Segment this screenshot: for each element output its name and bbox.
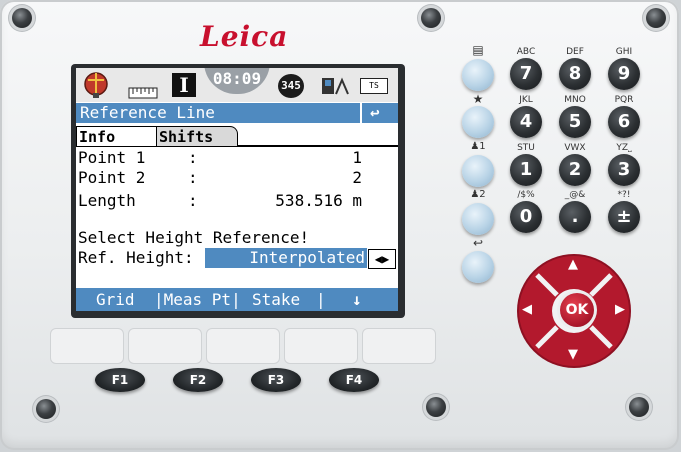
info-row-point1: Point 1 : 1 xyxy=(78,148,378,168)
tab-info-label: Info xyxy=(79,128,116,146)
display-screen: I 08:09 345 TS Reference Line ↩ Info Shi… xyxy=(76,68,398,311)
f3-key[interactable]: F3 xyxy=(251,368,301,392)
key-flap xyxy=(362,328,436,364)
key-9[interactable]: 9 xyxy=(608,58,640,90)
key-letters: DEF xyxy=(566,47,584,57)
user2-key[interactable] xyxy=(462,203,494,235)
arrow-toggle-icon[interactable]: ◀▶ xyxy=(368,249,396,269)
row-label: Length xyxy=(78,191,136,210)
battery-icon: TS xyxy=(360,78,388,94)
softkey-meas-pt[interactable]: |Meas Pt| xyxy=(154,288,241,311)
softkey-divider: | xyxy=(316,290,326,309)
key-0[interactable]: 0 xyxy=(510,201,542,233)
tab-shifts[interactable]: Shifts xyxy=(156,126,238,146)
f1-key[interactable]: F1 xyxy=(95,368,145,392)
key-plus-minus[interactable]: ± xyxy=(608,201,640,233)
key-7[interactable]: 7 xyxy=(510,58,542,90)
info-row-point2: Point 2 : 2 xyxy=(78,168,378,188)
brand-logo: Leica xyxy=(200,20,289,53)
screw xyxy=(646,8,666,28)
user1-icon: ♟1 xyxy=(470,141,486,152)
key-symbols: _@& xyxy=(564,190,586,200)
ref-height-label: Ref. Height: xyxy=(78,248,194,267)
key-symbols: *?! xyxy=(617,190,631,200)
screw xyxy=(36,399,56,419)
mode-indicator-icon: I xyxy=(172,73,196,97)
key-1[interactable]: 1 xyxy=(510,154,542,186)
ref-height-select[interactable]: Interpolated xyxy=(205,248,367,268)
key-flap xyxy=(206,328,280,364)
key-2[interactable]: 2 xyxy=(559,154,591,186)
instrument-icon xyxy=(320,74,350,102)
key-3[interactable]: 3 xyxy=(608,154,640,186)
face-badge-icon: 345 xyxy=(278,74,304,98)
row-separator: : xyxy=(188,168,198,187)
key-flap xyxy=(50,328,124,364)
key-8[interactable]: 8 xyxy=(559,58,591,90)
screw xyxy=(12,8,32,28)
key-5[interactable]: 5 xyxy=(559,106,591,138)
key-letters: VWX xyxy=(564,143,586,153)
arrow-right-icon[interactable]: ▶ xyxy=(615,302,625,317)
key-letters: STU xyxy=(517,143,535,153)
arrow-left-icon[interactable]: ◀ xyxy=(522,302,532,317)
row-label: Point 1 xyxy=(78,148,146,167)
clock: 08:09 xyxy=(204,68,270,94)
esc-key[interactable] xyxy=(462,251,494,283)
info-row-length: Length : 538.516 m xyxy=(78,191,378,211)
ref-height-row: Ref. Height: Interpolated ◀▶ xyxy=(78,248,396,269)
back-icon[interactable]: ↩ xyxy=(370,103,380,123)
softkey-stake[interactable]: Stake xyxy=(252,288,300,311)
key-flap xyxy=(284,328,358,364)
key-letters: YZ⎵ xyxy=(616,143,632,153)
page-title: Reference Line xyxy=(80,103,215,122)
f2-key[interactable]: F2 xyxy=(173,368,223,392)
key-dot[interactable]: . xyxy=(559,201,591,233)
row-label: Point 2 xyxy=(78,168,146,187)
tab-shifts-label: Shifts xyxy=(159,128,214,146)
favourites-key[interactable] xyxy=(462,106,494,138)
ruler-icon xyxy=(128,84,158,103)
screw xyxy=(426,397,446,417)
file-key[interactable] xyxy=(462,59,494,91)
key-letters: MNO xyxy=(564,95,586,105)
title-divider xyxy=(360,103,362,123)
key-letters: JKL xyxy=(519,95,533,105)
title-bar: Reference Line ↩ xyxy=(76,103,398,123)
file-icon: ▤ xyxy=(472,43,484,57)
tab-strip: Info Shifts xyxy=(76,124,398,147)
key-4[interactable]: 4 xyxy=(510,106,542,138)
row-value: 1 xyxy=(352,148,362,167)
star-icon: ★ xyxy=(472,92,484,106)
ok-button[interactable]: OK xyxy=(560,293,594,327)
key-letters: PQR xyxy=(614,95,634,105)
screw xyxy=(421,8,441,28)
row-value: 538.516 m xyxy=(275,191,362,210)
key-letters: GHI xyxy=(615,47,633,57)
user1-key[interactable] xyxy=(462,155,494,187)
page-down-icon[interactable]: ↓ xyxy=(352,288,362,311)
row-separator: : xyxy=(188,191,198,210)
arrow-up-icon[interactable]: ▲ xyxy=(568,257,578,272)
return-icon: ↩ xyxy=(472,236,484,250)
prompt-text: Select Height Reference! xyxy=(78,228,310,247)
key-flap xyxy=(128,328,202,364)
key-symbols: /$% xyxy=(517,190,535,200)
key-6[interactable]: 6 xyxy=(608,106,640,138)
status-bar: I 08:09 345 TS xyxy=(76,68,398,102)
f4-key[interactable]: F4 xyxy=(329,368,379,392)
row-value: 2 xyxy=(352,168,362,187)
key-letters: ABC xyxy=(516,47,536,57)
device-panel: Leica I 08:09 345 TS Reference Line ↩ In… xyxy=(0,0,679,450)
tab-info[interactable]: Info xyxy=(76,126,158,146)
screw xyxy=(629,397,649,417)
prism-icon xyxy=(82,71,110,103)
arrow-down-icon[interactable]: ▼ xyxy=(568,347,578,362)
user2-icon: ♟2 xyxy=(470,189,486,200)
softkey-bar: Grid |Meas Pt| Stake | ↓ xyxy=(76,288,398,311)
row-separator: : xyxy=(188,148,198,167)
softkey-grid[interactable]: Grid xyxy=(96,288,135,311)
